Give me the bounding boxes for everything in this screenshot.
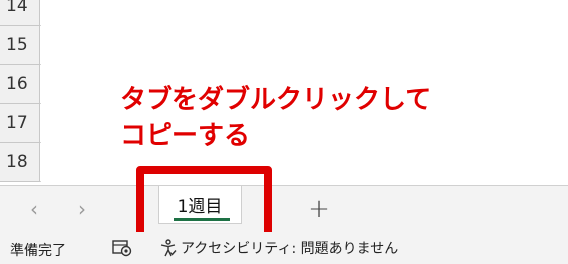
accessibility-status-text: アクセシビリティ: 問題ありません	[181, 241, 399, 257]
row-header[interactable]: 15	[0, 26, 40, 65]
status-ready-text: 準備完了	[10, 243, 66, 259]
chevron-left-icon[interactable]: ‹	[22, 196, 46, 222]
add-sheet-button[interactable]: +	[305, 194, 333, 224]
grid-row[interactable]: 14	[0, 0, 568, 26]
row-cells[interactable]	[41, 0, 568, 26]
row-header[interactable]: 17	[0, 104, 40, 143]
sheet-tab-bar: ‹ › 1週目 +	[0, 185, 568, 232]
cell-mode-icon[interactable]	[112, 239, 132, 257]
grid-row[interactable]: 15	[0, 26, 568, 65]
annotation-line-1: タブをダブルクリックして	[120, 85, 432, 115]
active-tab-indicator	[174, 218, 230, 221]
accessibility-status[interactable]: アクセシビリティ: 問題ありません	[158, 238, 398, 258]
sheet-tab-label: 1週目	[177, 197, 223, 217]
annotation-callout: タブをダブルクリックして コピーする	[120, 82, 480, 154]
status-bar: 準備完了 アクセシビリティ: 問題ありません	[0, 232, 568, 264]
row-header[interactable]: 18	[0, 143, 40, 182]
accessibility-icon	[160, 239, 177, 257]
row-header[interactable]: 16	[0, 65, 40, 104]
row-header[interactable]: 14	[0, 0, 40, 26]
chevron-right-icon[interactable]: ›	[70, 196, 94, 222]
row-cells[interactable]	[41, 26, 568, 65]
annotation-line-2: コピーする	[120, 121, 251, 151]
